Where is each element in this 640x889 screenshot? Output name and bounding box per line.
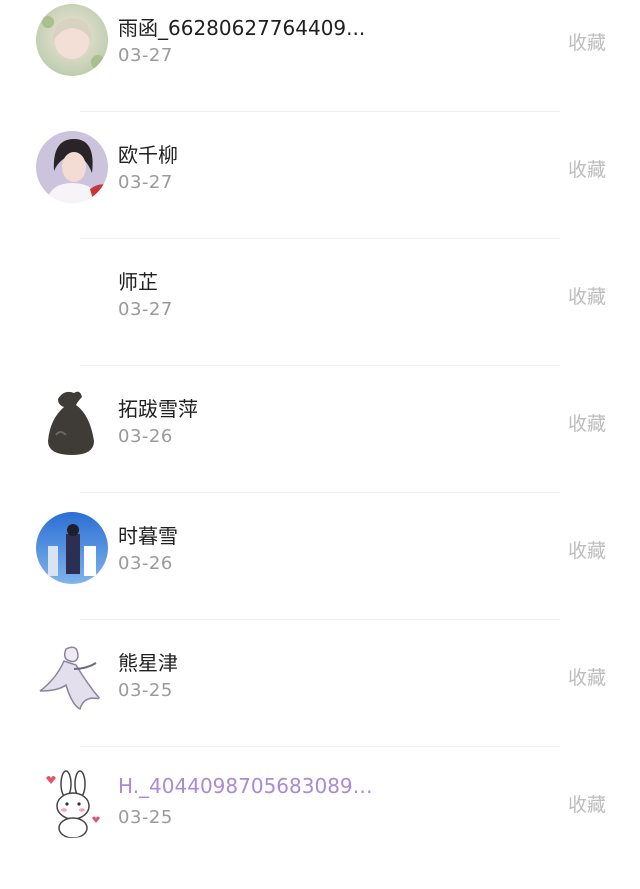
divider (80, 238, 560, 239)
favorite-button[interactable]: 收藏 (568, 790, 606, 817)
divider (80, 365, 560, 366)
date-label: 03-27 (118, 45, 173, 66)
favorite-button[interactable]: 收藏 (568, 28, 606, 55)
favorite-button[interactable]: 收藏 (568, 282, 606, 309)
favorite-button[interactable]: 收藏 (568, 409, 606, 436)
list-item[interactable]: 师芷 03-27 收藏 (0, 238, 640, 365)
divider (80, 492, 560, 493)
divider (80, 111, 560, 112)
user-name-text[interactable]: H._40440987056830897 (118, 774, 373, 798)
user-name[interactable]: 时暮雪 (118, 520, 178, 549)
divider (80, 619, 560, 620)
user-name[interactable]: 雨函_66280627764409... (118, 12, 365, 41)
divider (80, 746, 560, 747)
user-name[interactable]: 师芷 (118, 266, 158, 295)
date-label: 03-26 (118, 426, 173, 447)
list-item[interactable]: 熊星津 03-25 收藏 (0, 619, 640, 746)
date-label: 03-27 (118, 299, 173, 320)
list-item[interactable]: 欧千柳 03-27 收藏 (0, 111, 640, 238)
list-item[interactable]: H._40440987056830897 03-25 收藏 (0, 746, 640, 873)
user-name[interactable]: 欧千柳 (118, 139, 178, 168)
avatar[interactable] (36, 4, 108, 76)
date-label: 03-25 (118, 680, 173, 701)
favorite-button[interactable]: 收藏 (568, 536, 606, 563)
list-item[interactable]: 雨函_66280627764409... 03-27 收藏 (0, 0, 640, 111)
avatar[interactable] (36, 512, 108, 584)
vip-badge-icon (373, 774, 378, 798)
avatar[interactable] (36, 258, 108, 330)
user-name[interactable]: 熊星津 (118, 647, 178, 676)
user-list: 雨函_66280627764409... 03-27 收藏 欧千柳 03-27 … (0, 0, 640, 889)
date-label: 03-27 (118, 172, 173, 193)
date-label: 03-25 (118, 807, 173, 828)
favorite-button[interactable]: 收藏 (568, 663, 606, 690)
date-label: 03-26 (118, 553, 173, 574)
favorite-button[interactable]: 收藏 (568, 155, 606, 182)
list-item[interactable]: 拓跋雪萍 03-26 收藏 (0, 365, 640, 492)
avatar[interactable] (36, 131, 108, 203)
avatar[interactable] (36, 639, 108, 711)
user-name[interactable]: H._40440987056830897 (118, 774, 378, 800)
avatar[interactable] (36, 385, 108, 457)
user-name[interactable]: 拓跋雪萍 (118, 393, 198, 422)
list-item[interactable]: 时暮雪 03-26 收藏 (0, 492, 640, 619)
avatar[interactable] (36, 766, 108, 838)
